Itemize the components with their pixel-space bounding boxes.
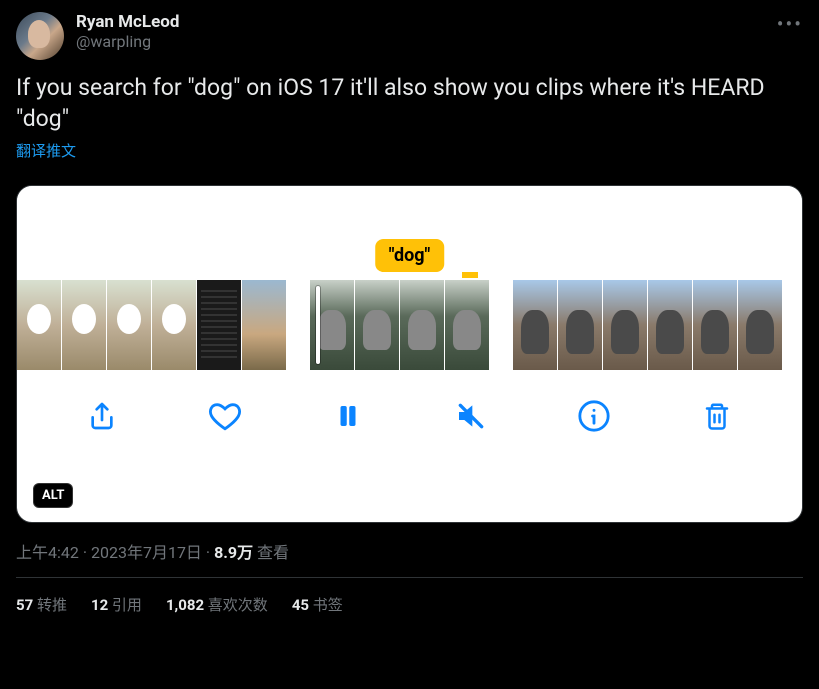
clip-group-1[interactable] xyxy=(17,280,286,370)
speaker-muted-icon xyxy=(455,400,487,432)
thumbnail xyxy=(17,280,61,370)
clip-group-3[interactable] xyxy=(513,280,782,370)
timeline-marker xyxy=(462,272,478,278)
tweet-time[interactable]: 上午4:42 xyxy=(16,543,79,562)
thumbnail xyxy=(558,280,602,370)
pause-button[interactable] xyxy=(326,394,370,438)
info-button[interactable] xyxy=(572,394,616,438)
thumbnail xyxy=(513,280,557,370)
thumbnail xyxy=(197,280,241,370)
tweet-stats: 57 转推 12 引用 1,082 喜欢次数 45 书签 xyxy=(16,578,803,615)
tweet-date[interactable]: 2023年7月17日 xyxy=(91,543,202,562)
share-icon xyxy=(86,400,118,432)
avatar[interactable] xyxy=(16,12,64,60)
thumbnail xyxy=(62,280,106,370)
thumbnail xyxy=(107,280,151,370)
translate-link[interactable]: 翻译推文 xyxy=(16,140,76,161)
thumbnail xyxy=(693,280,737,370)
tweet-meta: 上午4:42 · 2023年7月17日 · 8.9万 查看 xyxy=(16,539,803,578)
media-toolbar xyxy=(17,370,802,466)
alt-badge[interactable]: ALT xyxy=(33,483,73,508)
display-name: Ryan McLeod xyxy=(76,12,803,32)
delete-button[interactable] xyxy=(695,394,739,438)
tweet-text: If you search for "dog" on iOS 17 it'll … xyxy=(16,72,803,134)
views-count: 8.9万 xyxy=(214,543,253,562)
thumbnail xyxy=(738,280,782,370)
thumbnail xyxy=(603,280,647,370)
mute-button[interactable] xyxy=(449,394,493,438)
tweet-container: ••• Ryan McLeod @warpling If you search … xyxy=(0,0,819,627)
share-button[interactable] xyxy=(80,394,124,438)
retweets-stat[interactable]: 57 转推 xyxy=(16,594,67,615)
thumbnail xyxy=(400,280,444,370)
likes-stat[interactable]: 1,082 喜欢次数 xyxy=(166,594,268,615)
media-card[interactable]: "dog" xyxy=(16,185,803,523)
clip-group-2[interactable] xyxy=(310,280,489,370)
user-handle: @warpling xyxy=(76,32,803,51)
more-options-button[interactable]: ••• xyxy=(777,12,803,36)
trash-icon xyxy=(702,400,732,432)
heart-icon xyxy=(208,399,242,433)
pause-icon xyxy=(333,401,363,431)
thumbnail xyxy=(355,280,399,370)
like-button[interactable] xyxy=(203,394,247,438)
media-whitespace: "dog" xyxy=(17,186,802,280)
quotes-stat[interactable]: 12 引用 xyxy=(91,594,142,615)
info-icon xyxy=(577,399,611,433)
user-info[interactable]: Ryan McLeod @warpling xyxy=(76,12,803,51)
thumbnail xyxy=(445,280,489,370)
search-term-tag: "dog" xyxy=(375,239,445,272)
thumbnail xyxy=(242,280,286,370)
thumbnail xyxy=(648,280,692,370)
video-timeline[interactable] xyxy=(17,280,802,370)
views-label: 查看 xyxy=(257,543,289,562)
tweet-header: Ryan McLeod @warpling xyxy=(16,12,803,60)
thumbnail xyxy=(152,280,196,370)
playhead[interactable] xyxy=(316,286,320,364)
bookmarks-stat[interactable]: 45 书签 xyxy=(292,594,343,615)
